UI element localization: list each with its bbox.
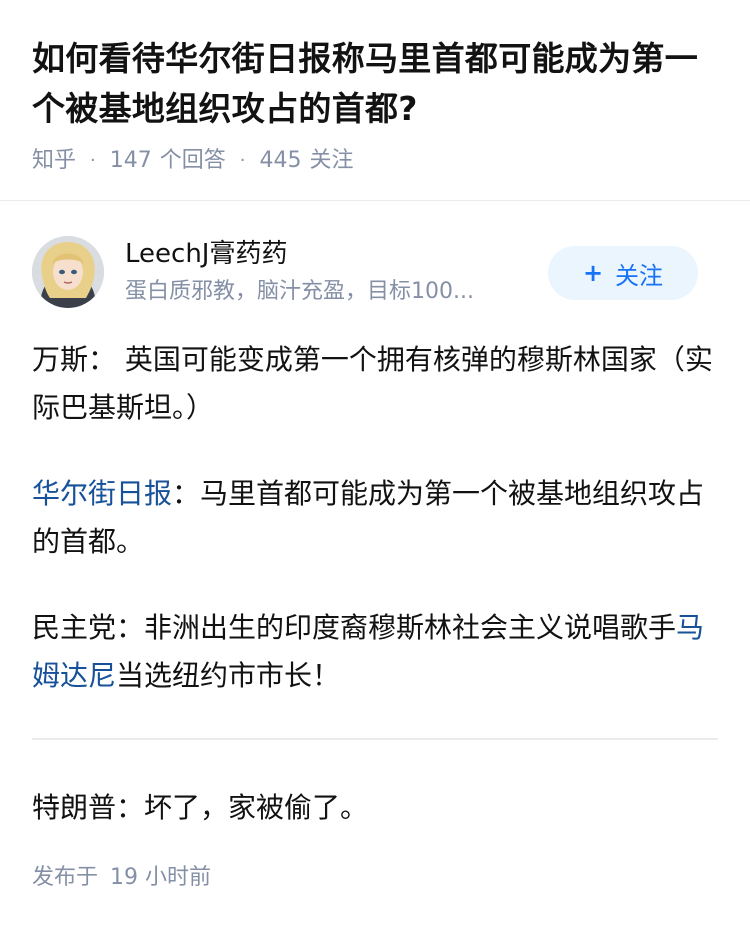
follow-button-label: 关注	[615, 261, 664, 290]
meta-separator: ·	[239, 150, 246, 171]
answer-paragraph: 万斯： 英国可能变成第一个拥有核弹的穆斯林国家（实际巴基斯坦。）	[32, 343, 713, 424]
answer-paragraph: 华尔街日报：马里首都可能成为第一个被基地组织攻占的首都。	[32, 470, 718, 566]
answer-content: 万斯： 英国可能变成第一个拥有核弹的穆斯林国家（实际巴基斯坦。） 华尔街日报：马…	[32, 336, 718, 832]
author-name[interactable]: LeechJ膏药药	[125, 236, 287, 272]
answer-paragraph: 民主党：非洲出生的印度裔穆斯林社会主义说唱歌手马姆达尼当选纽约市市长！	[32, 604, 718, 700]
question-meta: 知乎 · 147 个回答 · 445 关注	[32, 146, 722, 176]
answer-paragraph: 特朗普：坏了，家被偷了。	[32, 791, 369, 824]
plus-icon: +	[582, 259, 604, 287]
source-label[interactable]: 知乎	[32, 146, 76, 176]
answer-count: 147	[109, 148, 152, 173]
avatar[interactable]	[32, 236, 104, 308]
answer-text: 当选纽约市市长！	[116, 659, 341, 692]
avatar-image	[32, 236, 104, 308]
follower-count-label: 关注	[309, 148, 354, 173]
author-bar: LeechJ膏药药 蛋白质邪教，脑汁充盈，目标100... + 关注	[32, 236, 702, 312]
follow-button[interactable]: + 关注	[548, 246, 698, 300]
question-title[interactable]: 如何看待华尔街日报称马里首都可能成为第一个被基地组织攻占的首都?	[32, 34, 722, 134]
publish-label: 发布于	[32, 865, 99, 890]
question-header: 如何看待华尔街日报称马里首都可能成为第一个被基地组织攻占的首都? 知乎 · 14…	[32, 34, 722, 176]
header-divider	[0, 200, 750, 201]
publish-time: 发布于 19 小时前	[32, 862, 211, 894]
wsj-link[interactable]: 华尔街日报	[32, 477, 172, 510]
answer-count-label: 个回答	[159, 148, 226, 173]
follower-count: 445	[259, 148, 302, 173]
content-divider	[32, 738, 718, 740]
author-headline: 蛋白质邪教，脑汁充盈，目标100...	[125, 279, 474, 304]
answer-text: 民主党：非洲出生的印度裔穆斯林社会主义说唱歌手	[32, 611, 677, 644]
publish-time-value: 19 小时前	[110, 865, 212, 890]
meta-separator: ·	[90, 150, 96, 171]
